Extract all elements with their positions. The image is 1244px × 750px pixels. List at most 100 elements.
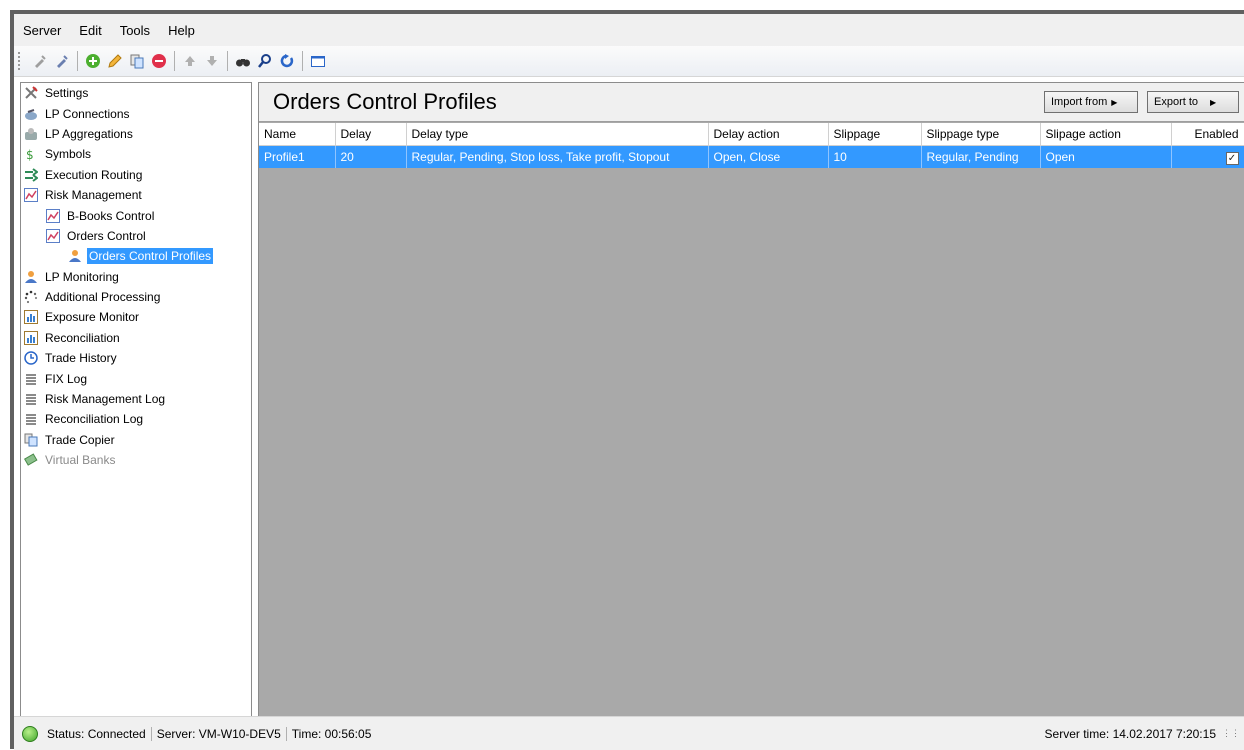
- column-header-delay-type[interactable]: Delay type: [406, 123, 709, 146]
- navigation-tree: Settings LP Connections LP Aggregations $ Sy…: [20, 82, 252, 718]
- tree-item-lp-aggregations[interactable]: LP Aggregations: [21, 124, 251, 144]
- tree-item-label: Exposure Monitor: [45, 310, 140, 325]
- window-icon[interactable]: [307, 50, 329, 72]
- toolbar-grip[interactable]: [18, 52, 23, 70]
- cell-delay[interactable]: 20: [335, 145, 407, 168]
- cell-slipage-action[interactable]: Open: [1040, 145, 1172, 168]
- move-down-icon[interactable]: [201, 50, 223, 72]
- bar-chart-icon: [23, 309, 39, 325]
- tree-item-label: Risk Management Log: [45, 392, 166, 407]
- add-icon[interactable]: [82, 50, 104, 72]
- cell-name[interactable]: Profile1: [259, 145, 336, 168]
- server-text: Server: VM-W10-DEV5: [152, 726, 287, 741]
- connect-icon[interactable]: [29, 50, 51, 72]
- find-icon[interactable]: [232, 50, 254, 72]
- page-title: Orders Control Profiles: [273, 89, 497, 114]
- tree-item-orders-control[interactable]: Orders Control: [21, 226, 251, 246]
- tree-item-reconciliation[interactable]: Reconciliation: [21, 328, 251, 348]
- column-header-slippage-type[interactable]: Slippage type: [921, 123, 1041, 146]
- chevron-right-icon: ▶: [1111, 97, 1118, 107]
- tree-item-settings[interactable]: Settings: [21, 83, 251, 103]
- tree-item-exposure-monitor[interactable]: Exposure Monitor: [21, 307, 251, 327]
- tree-item-orders-control-profiles[interactable]: Orders Control Profiles: [21, 246, 251, 266]
- connection-status-icon: [22, 725, 38, 742]
- import-from-button[interactable]: Import from ▶: [1044, 91, 1138, 113]
- column-header-slippage[interactable]: Slippage: [828, 123, 922, 146]
- symbols-icon: $: [23, 146, 39, 162]
- menu-tools[interactable]: Tools: [111, 23, 159, 38]
- edit-icon[interactable]: [104, 50, 126, 72]
- column-header-delay[interactable]: Delay: [335, 123, 407, 146]
- toolbar: [14, 46, 1244, 77]
- execution-routing-icon: [23, 167, 39, 183]
- menu-help[interactable]: Help: [159, 23, 204, 38]
- tree-item-label: FIX Log: [45, 371, 88, 386]
- lp-aggregations-icon: [23, 126, 39, 142]
- tree-item-label: Virtual Banks: [45, 453, 116, 468]
- tree-item-trade-copier[interactable]: Trade Copier: [21, 430, 251, 450]
- refresh-icon[interactable]: [276, 50, 298, 72]
- disconnect-icon[interactable]: [51, 50, 73, 72]
- menu-edit[interactable]: Edit: [70, 23, 110, 38]
- tree-item-label: Trade Copier: [45, 432, 115, 447]
- column-header-enabled[interactable]: Enabled: [1171, 123, 1244, 146]
- tree-item-symbols[interactable]: $ Symbols: [21, 144, 251, 164]
- move-up-icon[interactable]: [179, 50, 201, 72]
- tree-item-b-books-control[interactable]: B-Books Control: [21, 205, 251, 225]
- tree-item-risk-management[interactable]: Risk Management: [21, 185, 251, 205]
- tree-item-label: Execution Routing: [45, 167, 143, 182]
- bar-chart-icon: [23, 330, 39, 346]
- tree-item-reconciliation-log[interactable]: Reconciliation Log: [21, 409, 251, 429]
- column-header-slipage-action[interactable]: Slipage action: [1040, 123, 1172, 146]
- tree-item-additional-processing[interactable]: Additional Processing: [21, 287, 251, 307]
- search-icon[interactable]: [254, 50, 276, 72]
- remove-icon[interactable]: [148, 50, 170, 72]
- size-grip-icon[interactable]: ⋮⋮: [1222, 728, 1244, 739]
- tree-item-label: LP Aggregations: [45, 126, 133, 141]
- tree-item-risk-management-log[interactable]: Risk Management Log: [21, 389, 251, 409]
- time-text: Time: 00:56:05: [291, 726, 372, 741]
- chart-icon: [45, 208, 61, 224]
- profiles-grid: Name Delay Delay type Delay action Slipp…: [259, 123, 1244, 168]
- user-icon: [67, 248, 83, 264]
- cell-delay-action[interactable]: Open, Close: [708, 145, 829, 168]
- tree-item-label: Additional Processing: [45, 290, 161, 305]
- enabled-checkbox[interactable]: ✓: [1225, 151, 1239, 165]
- tree-item-label: LP Monitoring: [45, 269, 119, 284]
- cell-slippage[interactable]: 10: [828, 145, 922, 168]
- toolbar-separator: [302, 51, 303, 71]
- menu-server[interactable]: Server: [14, 23, 70, 38]
- bank-icon: [23, 452, 39, 468]
- export-to-button[interactable]: Export to ▶: [1147, 91, 1239, 113]
- processing-icon: [23, 289, 39, 305]
- cell-delay-type[interactable]: Regular, Pending, Stop loss, Take profit…: [406, 145, 709, 168]
- toolbar-separator: [77, 51, 78, 71]
- column-header-delay-action[interactable]: Delay action: [708, 123, 829, 146]
- cell-enabled[interactable]: ✓: [1171, 145, 1244, 168]
- tree-item-lp-connections[interactable]: LP Connections: [21, 103, 251, 123]
- tree-item-label: Orders Control: [67, 228, 146, 243]
- copy-icon[interactable]: [126, 50, 148, 72]
- window-border-left: [10, 10, 14, 749]
- tree-item-label: Symbols: [45, 147, 92, 162]
- column-header-name[interactable]: Name: [259, 123, 336, 146]
- tree-item-virtual-banks[interactable]: Virtual Banks: [21, 450, 251, 470]
- content-header: Orders Control Profiles Import from ▶ Ex…: [259, 83, 1244, 122]
- status-text: Status: Connected: [42, 726, 152, 741]
- table-row[interactable]: Profile1 20 Regular, Pending, Stop loss,…: [259, 145, 1244, 168]
- tree-item-lp-monitoring[interactable]: LP Monitoring: [21, 267, 251, 287]
- import-from-label: Import from: [1051, 96, 1108, 108]
- svg-text:$: $: [26, 148, 34, 161]
- menu-bar: Server Edit Tools Help: [14, 14, 1244, 46]
- toolbar-separator: [174, 51, 175, 71]
- tree-item-label: B-Books Control: [67, 208, 155, 223]
- log-icon: [23, 371, 39, 387]
- cell-slippage-type[interactable]: Regular, Pending: [921, 145, 1041, 168]
- history-icon: [23, 350, 39, 366]
- tree-item-trade-history[interactable]: Trade History: [21, 348, 251, 368]
- log-icon: [23, 411, 39, 427]
- tree-item-label: Reconciliation: [45, 330, 120, 345]
- grid-header-row: Name Delay Delay type Delay action Slipp…: [259, 123, 1244, 146]
- tree-item-fix-log[interactable]: FIX Log: [21, 368, 251, 388]
- tree-item-execution-routing[interactable]: Execution Routing: [21, 165, 251, 185]
